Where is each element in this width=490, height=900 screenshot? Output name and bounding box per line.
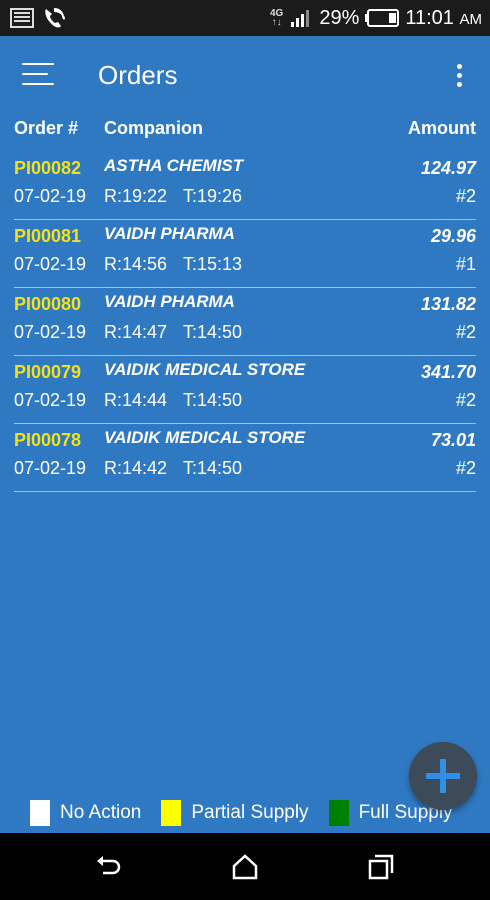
legend-label: No Action bbox=[60, 802, 142, 823]
page-title: Orders bbox=[98, 60, 178, 90]
table-header: Order # Companion Amount bbox=[0, 118, 490, 142]
companion-name: VAIDIK MEDICAL STORE bbox=[104, 360, 306, 379]
battery-percent: 29% bbox=[319, 6, 360, 29]
order-amount: 341.70 bbox=[420, 362, 476, 382]
legend-swatch bbox=[161, 800, 182, 826]
signal-icon bbox=[291, 10, 310, 27]
legend-item-partial-supply: Partial Supply bbox=[161, 800, 309, 826]
menu-icon[interactable] bbox=[22, 60, 56, 90]
order-date: 07-02-19 bbox=[14, 186, 87, 206]
more-vert-icon[interactable] bbox=[450, 62, 470, 92]
item-count: #2 bbox=[455, 186, 476, 206]
orders-list: PI00082 ASTHA CHEMIST 124.97 07-02-19 R:… bbox=[14, 152, 476, 492]
received-time: R:14:42 bbox=[104, 458, 168, 478]
legend-label: Partial Supply bbox=[191, 802, 309, 823]
order-row[interactable]: PI00080 VAIDH PHARMA 131.82 07-02-19 R:1… bbox=[14, 288, 476, 356]
received-time: R:14:56 bbox=[104, 254, 168, 274]
header-companion: Companion bbox=[104, 118, 203, 138]
legend-swatch bbox=[328, 800, 349, 826]
order-amount: 73.01 bbox=[430, 430, 476, 450]
companion-name: VAIDH PHARMA bbox=[104, 224, 235, 243]
companion-name: VAIDIK MEDICAL STORE bbox=[104, 428, 306, 447]
clock: 11:01 AM bbox=[405, 6, 482, 29]
item-count: #1 bbox=[455, 254, 476, 274]
legend-swatch bbox=[30, 800, 50, 826]
order-date: 07-02-19 bbox=[14, 322, 87, 342]
battery-icon bbox=[365, 9, 400, 27]
item-count: #2 bbox=[455, 322, 476, 342]
order-row[interactable]: PI00082 ASTHA CHEMIST 124.97 07-02-19 R:… bbox=[14, 152, 476, 220]
recents-icon[interactable] bbox=[365, 851, 397, 883]
companion-name: ASTHA CHEMIST bbox=[104, 156, 244, 175]
order-id: PI00079 bbox=[14, 362, 82, 382]
item-count: #2 bbox=[455, 458, 476, 478]
order-date: 07-02-19 bbox=[14, 390, 87, 410]
order-id: PI00081 bbox=[14, 226, 82, 246]
received-time: R:19:22 bbox=[104, 186, 168, 206]
header-order: Order # bbox=[14, 118, 79, 138]
transmit-time: T:14:50 bbox=[183, 322, 243, 342]
transmit-time: T:15:13 bbox=[183, 254, 243, 274]
screenshot-icon bbox=[10, 8, 34, 28]
header-amount: Amount bbox=[408, 118, 476, 138]
system-nav-bar bbox=[0, 833, 490, 900]
order-id: PI00082 bbox=[14, 158, 82, 178]
legend: No Action Partial Supply Full Supply bbox=[30, 798, 473, 828]
back-icon[interactable] bbox=[93, 851, 125, 883]
add-order-button[interactable] bbox=[409, 742, 477, 810]
order-amount: 124.97 bbox=[420, 158, 476, 178]
companion-name: VAIDH PHARMA bbox=[104, 292, 235, 311]
status-bar: 4G ↑↓ 29% 11:01 AM bbox=[0, 0, 490, 36]
transmit-time: T:14:50 bbox=[183, 390, 243, 410]
call-icon bbox=[45, 8, 65, 28]
order-amount: 29.96 bbox=[430, 226, 476, 246]
network-type: 4G ↑↓ bbox=[269, 8, 284, 28]
order-date: 07-02-19 bbox=[14, 458, 87, 478]
order-row[interactable]: PI00081 VAIDH PHARMA 29.96 07-02-19 R:14… bbox=[14, 220, 476, 288]
order-row[interactable]: PI00078 VAIDIK MEDICAL STORE 73.01 07-02… bbox=[14, 424, 476, 492]
received-time: R:14:44 bbox=[104, 390, 168, 410]
order-date: 07-02-19 bbox=[14, 254, 87, 274]
order-id: PI00078 bbox=[14, 430, 82, 450]
legend-item-no-action: No Action bbox=[30, 800, 141, 826]
order-id: PI00080 bbox=[14, 294, 82, 314]
transmit-time: T:19:26 bbox=[183, 186, 243, 206]
home-icon[interactable] bbox=[229, 851, 261, 883]
received-time: R:14:47 bbox=[104, 322, 168, 342]
item-count: #2 bbox=[455, 390, 476, 410]
order-amount: 131.82 bbox=[420, 294, 476, 314]
app-bar: Orders bbox=[0, 36, 490, 116]
order-row[interactable]: PI00079 VAIDIK MEDICAL STORE 341.70 07-0… bbox=[14, 356, 476, 424]
transmit-time: T:14:50 bbox=[183, 458, 243, 478]
